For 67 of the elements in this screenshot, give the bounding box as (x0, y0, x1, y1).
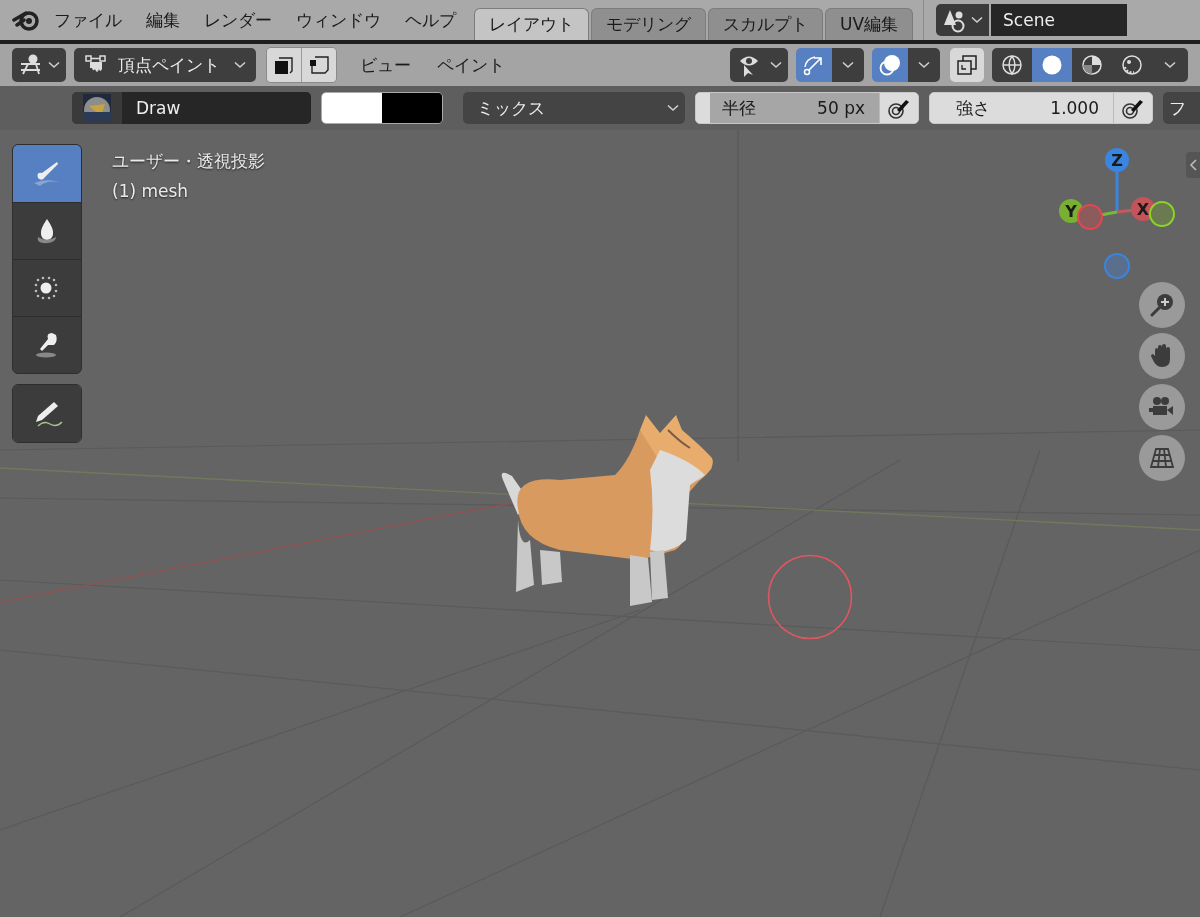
menu-item[interactable]: ウィンドウ (284, 0, 393, 40)
mode-label: 頂点ペイント (118, 53, 221, 77)
color-swatch[interactable] (321, 92, 443, 124)
axis-gizmo[interactable]: Z Y X (1059, 148, 1175, 279)
mask-icon (273, 54, 295, 76)
scene-type-button[interactable] (936, 4, 990, 36)
visibility-button[interactable] (730, 48, 788, 82)
caret-icon (48, 61, 60, 69)
zoom-button[interactable] (1139, 282, 1185, 328)
shading-mode-button[interactable] (1032, 48, 1072, 82)
pan-button[interactable] (1139, 333, 1185, 379)
xray-icon (956, 54, 978, 76)
blender-logo-icon (12, 8, 42, 32)
blend-mode-label: ミックス (477, 96, 545, 120)
menu-item[interactable]: ヘルプ (393, 0, 468, 40)
menu-item[interactable]: レンダー (192, 0, 284, 40)
tool-button[interactable] (13, 385, 81, 442)
mask-icon (308, 54, 330, 76)
menu-item[interactable]: ファイル (42, 0, 134, 40)
header-menu[interactable]: ビュー (347, 53, 424, 77)
xray-toggle[interactable] (950, 48, 984, 82)
camera-view-button[interactable] (1139, 384, 1185, 430)
editor-type-button[interactable] (12, 48, 66, 82)
solid-shading-icon (1041, 54, 1063, 76)
axis-label: Z (1111, 151, 1123, 170)
view-name: ユーザー・透視投影 (112, 150, 265, 173)
overlay-dropdown[interactable] (908, 48, 940, 82)
workspace-tab[interactable]: モデリング (591, 8, 706, 40)
wireframe-shading-icon (1001, 54, 1023, 76)
tool-button[interactable] (13, 316, 81, 373)
object-name: (1) mesh (112, 180, 190, 203)
face-mask-button[interactable] (267, 48, 301, 82)
overlay-icon (878, 53, 902, 77)
caret-icon (770, 61, 782, 69)
rendered-shading-icon (1121, 54, 1143, 76)
brush-selector[interactable]: Draw (72, 92, 311, 124)
shading-mode-button[interactable] (1072, 48, 1112, 82)
caret-icon (918, 61, 930, 69)
caret-icon (234, 61, 246, 69)
chevron-left-icon (1189, 159, 1197, 171)
workspace-tab[interactable]: UV編集 (825, 8, 914, 40)
header-menu[interactable]: ペイント (424, 53, 518, 77)
axis-label: X (1136, 200, 1150, 219)
workspace-tab[interactable]: スカルプト (708, 8, 823, 40)
brush-preview-icon (83, 94, 111, 122)
material-shading-icon (1081, 54, 1103, 76)
shading-dropdown[interactable] (1152, 48, 1188, 82)
falloff-button[interactable]: フ (1163, 92, 1200, 124)
caret-icon (971, 16, 984, 24)
zoom-icon (1148, 291, 1176, 319)
shading-mode-button[interactable] (992, 48, 1032, 82)
brush-name[interactable]: Draw (122, 92, 311, 124)
mode-dropdown[interactable]: 頂点ペイント (74, 48, 256, 82)
gizmo-toggle[interactable] (796, 48, 832, 82)
caret-icon (842, 61, 854, 69)
caret-icon (667, 104, 679, 112)
workspace-tab[interactable]: レイアウト (474, 8, 589, 40)
blend-mode-dropdown[interactable]: ミックス (463, 92, 685, 124)
overlay-toggle[interactable] (872, 48, 908, 82)
menu-item[interactable]: 編集 (134, 0, 192, 40)
gizmo-dropdown[interactable] (832, 48, 864, 82)
sidebar-toggle[interactable] (1186, 152, 1200, 178)
perspective-toggle-button[interactable] (1139, 435, 1185, 481)
axis-label: Y (1065, 202, 1077, 221)
caret-icon (1164, 61, 1176, 69)
vertex-mask-button[interactable] (301, 48, 336, 82)
scene-name-field[interactable]: Scene (991, 4, 1128, 36)
